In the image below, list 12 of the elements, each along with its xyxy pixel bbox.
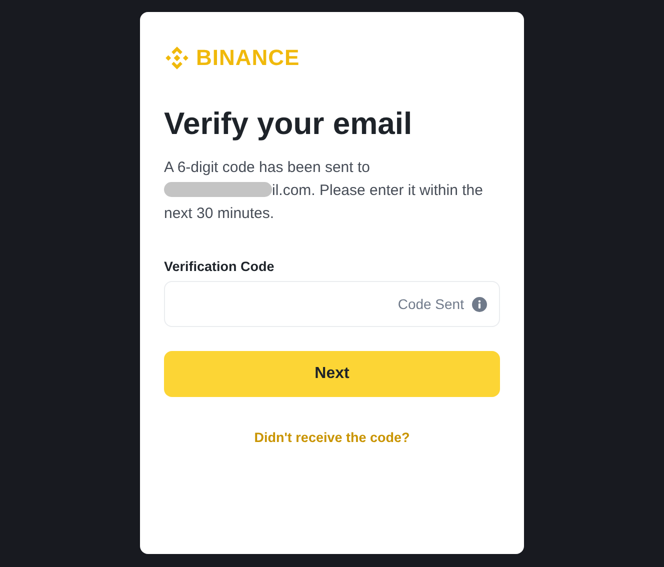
logo-icon xyxy=(164,45,190,71)
resend-link[interactable]: Didn't receive the code? xyxy=(254,430,410,445)
logo-wordmark: BINANCE xyxy=(196,45,300,71)
page-title: Verify your email xyxy=(164,105,414,143)
info-icon[interactable] xyxy=(472,296,487,312)
field-label: Verification Code xyxy=(164,259,276,274)
verification-code-field[interactable]: Code Sent xyxy=(164,281,500,327)
message-text: next 30 minutes. xyxy=(164,205,274,222)
status-text: Code Sent xyxy=(398,296,464,312)
message-text: il.com. Please enter it within the xyxy=(272,182,483,199)
next-button[interactable]: Next xyxy=(164,351,500,397)
message-text: A 6-digit code has been sent to xyxy=(164,159,370,176)
